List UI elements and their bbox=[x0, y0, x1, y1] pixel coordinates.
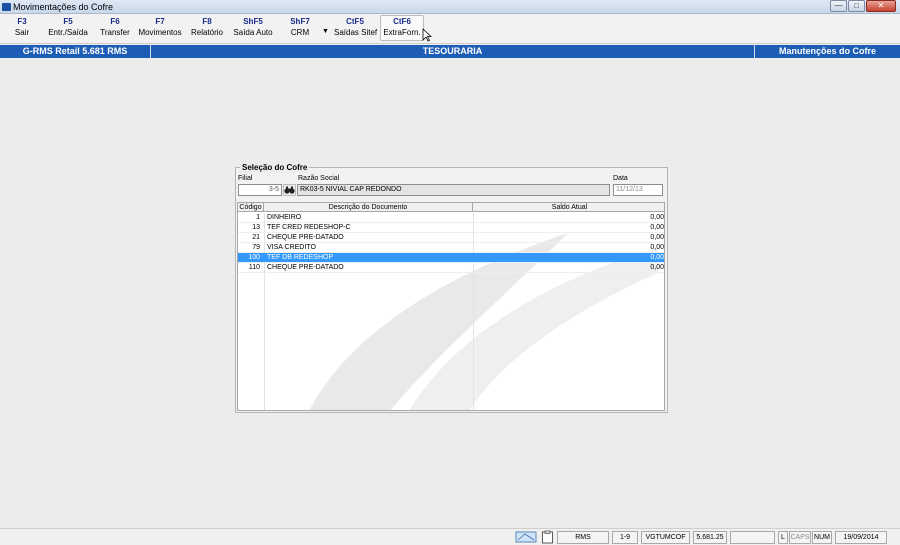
grid-row-selected[interactable]: 100 TEF DB REDESHOP 0,00 bbox=[238, 253, 664, 263]
grid-header: Código Descrição do Documento Saldo Atua… bbox=[238, 203, 664, 212]
cell-codigo: 100 bbox=[248, 254, 260, 261]
toolbar-button-relatorio[interactable]: F8 Relatório bbox=[188, 16, 226, 42]
grid-row[interactable]: 21 CHEQUE PRE-DATADO 0,00 bbox=[238, 233, 664, 243]
toolbar-button-saidas-sitef[interactable]: CtF5 Saídas Sitef bbox=[334, 16, 377, 42]
column-header-descricao[interactable]: Descrição do Documento bbox=[264, 203, 473, 212]
window-controls: — □ ✕ bbox=[829, 0, 896, 13]
status-system: RMS bbox=[557, 531, 609, 544]
toolbar-button-transfer[interactable]: F6 Transfer bbox=[98, 16, 132, 42]
status-program: VGTUMCOF bbox=[641, 531, 690, 544]
maximize-button[interactable]: □ bbox=[848, 0, 865, 12]
title-bar: Movimentações do Cofre — □ ✕ bbox=[0, 0, 900, 14]
minimize-button[interactable]: — bbox=[830, 0, 847, 12]
filial-label: Filial bbox=[238, 175, 253, 182]
crm-dropdown-icon[interactable]: ▼ bbox=[322, 28, 329, 35]
grid-row[interactable]: 1 DINHEIRO 0,00 bbox=[238, 213, 664, 223]
toolbar-button-movimentos[interactable]: F7 Movimentos bbox=[137, 16, 183, 42]
binoculars-search-icon[interactable] bbox=[283, 184, 296, 196]
cell-codigo: 110 bbox=[248, 264, 260, 271]
cell-saldo: 0,00 bbox=[650, 234, 664, 241]
module-header-bar: G-RMS Retail 5.681 RMS TESOURARIA Manute… bbox=[0, 45, 900, 58]
status-bar: RMS 1-9 VGTUMCOF 5.681.25 L CAPS NUM 19/… bbox=[0, 528, 900, 545]
razao-social-label: Razão Social bbox=[298, 175, 340, 182]
razao-social-field: RK03-5 NIVIAL CAP REDONDO bbox=[297, 184, 610, 196]
cell-descricao: VISA CREDITO bbox=[267, 244, 316, 251]
column-header-codigo[interactable]: Código bbox=[238, 203, 264, 212]
grid-row[interactable]: 110 CHEQUE PRE-DATADO 0,00 bbox=[238, 263, 664, 273]
column-header-saldo[interactable]: Saldo Atual bbox=[473, 203, 664, 212]
group-title: Seleção do Cofre bbox=[240, 163, 310, 173]
toolbar-button-extraforn[interactable]: CtF6 ExtraForn. bbox=[380, 15, 424, 41]
cell-saldo: 0,00 bbox=[650, 244, 664, 251]
grid-row[interactable]: 13 TEF CRED REDESHOP-C 0,00 bbox=[238, 223, 664, 233]
cell-descricao: CHEQUE PRE-DATADO bbox=[267, 264, 344, 271]
system-version-label: G-RMS Retail 5.681 RMS bbox=[22, 46, 128, 56]
filial-input[interactable]: 3-5 bbox=[238, 184, 282, 196]
cell-codigo: 21 bbox=[252, 234, 260, 241]
status-version: 5.681.25 bbox=[693, 531, 727, 544]
cell-saldo: 0,00 bbox=[650, 264, 664, 271]
window-title: Movimentações do Cofre bbox=[13, 2, 114, 12]
data-field[interactable]: 11/12/13 bbox=[613, 184, 663, 196]
cell-codigo: 79 bbox=[252, 244, 260, 251]
clipboard-icon bbox=[542, 530, 553, 544]
close-button[interactable]: ✕ bbox=[866, 0, 896, 12]
grid-row[interactable]: 79 VISA CREDITO 0,00 bbox=[238, 243, 664, 253]
network-icon bbox=[515, 531, 537, 543]
status-num: NUM bbox=[812, 531, 832, 544]
toolbar-button-sair[interactable]: F3 Sair bbox=[8, 16, 36, 42]
cell-descricao: TEF CRED REDESHOP-C bbox=[267, 224, 351, 231]
mouse-cursor-icon bbox=[422, 28, 432, 42]
toolbar-button-crm[interactable]: ShF7 CRM bbox=[285, 16, 315, 42]
status-lock: L bbox=[778, 531, 788, 544]
status-empty bbox=[730, 531, 775, 544]
document-grid: Código Descrição do Documento Saldo Atua… bbox=[237, 202, 665, 411]
cell-saldo: 0,00 bbox=[650, 214, 664, 221]
cell-saldo: 0,00 bbox=[650, 224, 664, 231]
cell-codigo: 1 bbox=[256, 214, 260, 221]
toolbar-button-entr-saida[interactable]: F5 Entr./Saída bbox=[46, 16, 90, 42]
cell-saldo: 0,00 bbox=[650, 254, 664, 261]
status-caps: CAPS bbox=[789, 531, 811, 544]
module-title: TESOURARIA bbox=[422, 46, 483, 56]
toolbar: F3 Sair F5 Entr./Saída F6 Transfer F7 Mo… bbox=[0, 14, 900, 44]
cell-descricao: CHEQUE PRE-DATADO bbox=[267, 234, 344, 241]
screen-title: Manutenções do Cofre bbox=[778, 46, 876, 56]
cell-codigo: 13 bbox=[252, 224, 260, 231]
cell-descricao: TEF DB REDESHOP bbox=[267, 254, 334, 261]
app-icon bbox=[2, 3, 11, 11]
status-date: 19/09/2014 bbox=[835, 531, 887, 544]
toolbar-button-saida-auto[interactable]: ShF5 Saída Auto bbox=[232, 16, 274, 42]
status-page: 1-9 bbox=[612, 531, 638, 544]
cell-descricao: DINHEIRO bbox=[267, 214, 302, 221]
data-label: Data bbox=[613, 175, 628, 182]
